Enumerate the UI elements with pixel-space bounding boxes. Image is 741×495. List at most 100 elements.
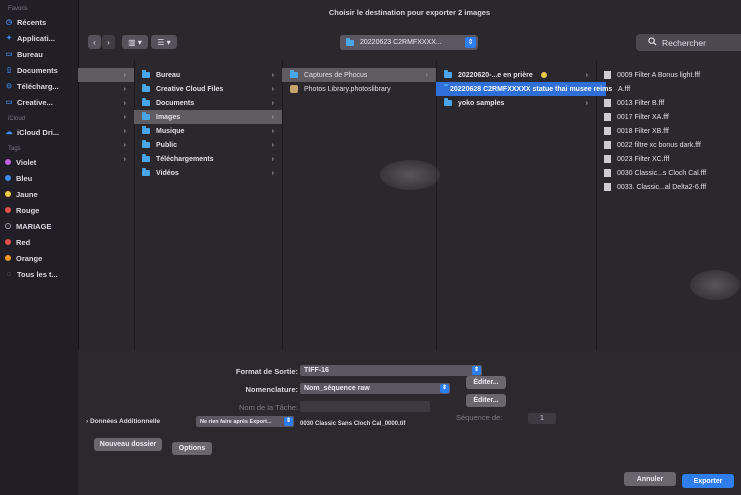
forward-button[interactable]: › (102, 35, 115, 49)
list-item[interactable]: 0022 filtre xc bonus dark.fff (596, 138, 741, 152)
list-item[interactable]: › (78, 68, 134, 82)
list-item[interactable]: 0018 Filter XB.fff (596, 124, 741, 138)
list-item[interactable]: › (78, 138, 134, 152)
additional-data-disclosure[interactable]: › Données Additionnelle (86, 418, 160, 425)
naming-select[interactable]: Nom_séquence raw ⇕ (300, 383, 450, 394)
list-item[interactable]: Creative Cloud Files › (134, 82, 282, 96)
list-item[interactable]: 0023 Filter XC.fff (596, 152, 741, 166)
task-name-field[interactable] (300, 401, 430, 412)
yellow-tag-icon (540, 72, 547, 78)
format-value: TIFF-16 (304, 367, 329, 374)
folder-icon (444, 98, 452, 106)
tag-dot-icon (5, 207, 11, 213)
sidebar-tag-jaune[interactable]: Jaune (0, 186, 78, 202)
list-item[interactable]: Téléchargements › (134, 152, 282, 166)
cancel-button[interactable]: Annuler (624, 472, 676, 486)
sidebar-tag-red[interactable]: Red (0, 234, 78, 250)
options-button[interactable]: Options (172, 442, 212, 455)
sidebar-item-label: Applicati... (17, 33, 55, 43)
search-placeholder: Rechercher (662, 37, 706, 48)
list-item[interactable]: 0013 Filter B.fff (596, 96, 741, 110)
column-1: › › › › › › › (78, 60, 135, 350)
item-label: 20220628 C2RMFXXXXX statue thai musee re… (450, 85, 613, 93)
list-item[interactable]: Musique › (134, 124, 282, 138)
list-item-selected[interactable]: 20220628 C2RMFXXXXX statue thai musee re… (436, 82, 612, 96)
download-icon: ⊙ (6, 83, 12, 90)
tag-dot-icon (5, 159, 11, 165)
path-popup[interactable]: 20220623 C2RMFXXXX... ⇕ (340, 35, 478, 50)
export-button[interactable]: Exporter (682, 474, 734, 488)
folder-icon (142, 154, 150, 162)
sidebar-item-recents[interactable]: ◷ Récents (0, 14, 78, 30)
sidebar-tag-mariage[interactable]: MARIAGE (0, 218, 78, 234)
sidebar-item-documents[interactable]: ▯ Documents (0, 62, 78, 78)
sidebar-item-downloads[interactable]: ⊙ Télécharg... (0, 78, 78, 94)
folder-icon (142, 140, 150, 148)
sidebar-item-applications[interactable]: ✦ Applicati... (0, 30, 78, 46)
sidebar-item-label: iCloud Dri... (17, 127, 60, 137)
path-label: 20220623 C2RMFXXXX... (360, 39, 442, 46)
file-icon (604, 71, 611, 79)
list-item[interactable]: Bureau › (134, 68, 282, 82)
sidebar-item-label: Rouge (16, 205, 40, 215)
edit-format-button[interactable]: Éditer... (466, 376, 506, 389)
sidebar-item-label: Red (16, 237, 31, 247)
search-input[interactable]: Rechercher (636, 34, 741, 51)
list-item[interactable]: 20220620-...e en prière › (436, 68, 596, 82)
sidebar-tag-violet[interactable]: Violet (0, 154, 78, 170)
column-3: Captures de Phocus › Photos Library.photo… (282, 60, 437, 350)
sidebar-item-creative[interactable]: ▭ Creative... (0, 94, 78, 110)
chevron-right-icon: › (107, 37, 110, 47)
list-item[interactable]: › (78, 124, 134, 138)
list-item[interactable]: 0033. Classic...al Delta2-6.fff (596, 180, 741, 194)
item-label: Musique (156, 127, 185, 135)
chevron-right-icon: › (123, 113, 126, 121)
sidebar-tag-rouge[interactable]: Rouge (0, 202, 78, 218)
list-item[interactable]: › (78, 82, 134, 96)
after-export-select[interactable]: Ne rien faire après Export... ⇕ (196, 416, 294, 427)
format-select[interactable]: TIFF-16 ⇕ (300, 365, 482, 376)
list-item[interactable]: › (78, 110, 134, 124)
list-item[interactable]: Vidéos › (134, 166, 282, 180)
new-folder-button[interactable]: Nouveau dossier (94, 438, 162, 451)
chevron-right-icon: › (123, 99, 126, 107)
apps-icon: ✦ (6, 35, 12, 42)
group-button[interactable]: ☰ ▾ (151, 35, 177, 49)
item-label: Bureau (156, 71, 181, 79)
sidebar-tag-orange[interactable]: Orange (0, 250, 78, 266)
tag-dot-icon (5, 239, 11, 245)
list-item[interactable]: 0009 Filter A Bonus light.fff (596, 68, 741, 82)
all-tags-icon: ◌ (6, 270, 12, 278)
chevron-right-icon: › (86, 418, 89, 425)
list-item-selected[interactable]: Captures de Phocus › (282, 68, 436, 82)
sidebar-tag-all[interactable]: ◌ Tous les t... (0, 266, 78, 282)
sidebar-item-desktop[interactable]: ▭ Bureau (0, 46, 78, 62)
column-5: 0009 Filter A Bonus light.fff A.fff 0013… (596, 60, 741, 350)
list-item-selected[interactable]: Images › (134, 110, 282, 124)
sequence-field[interactable]: 1 (528, 413, 556, 424)
file-icon (604, 169, 611, 177)
back-button[interactable]: ‹ (88, 35, 101, 49)
list-item[interactable]: 0030 Classic...s Cloch Cal.fff (596, 166, 741, 180)
list-item[interactable]: › (78, 96, 134, 110)
column-2: Bureau › Creative Cloud Files › Documents ›… (134, 60, 283, 350)
list-item[interactable]: A.fff (596, 82, 741, 96)
list-item[interactable]: 0017 Filter XA.fff (596, 110, 741, 124)
edit-naming-button[interactable]: Éditer... (466, 394, 506, 407)
file-icon (604, 99, 611, 107)
list-item[interactable]: Public › (134, 138, 282, 152)
view-mode-button[interactable]: ▥ ▾ (122, 35, 148, 49)
item-label: Creative Cloud Files (156, 85, 224, 93)
list-item[interactable]: yoko samples › (436, 96, 596, 110)
list-item[interactable]: › (78, 152, 134, 166)
sidebar-item-label: Bureau (17, 49, 43, 59)
sidebar-item-icloud-drive[interactable]: ☁ iCloud Dri... (0, 124, 78, 140)
chevron-right-icon: › (271, 71, 274, 79)
file-icon (604, 183, 611, 191)
list-item[interactable]: Documents › (134, 96, 282, 110)
sidebar-section-icloud: iCloud (8, 116, 26, 122)
sidebar-tag-bleu[interactable]: Bleu (0, 170, 78, 186)
list-item[interactable]: Photos Library.photoslibrary (282, 82, 436, 96)
chevron-right-icon: › (271, 99, 274, 107)
folder-icon (142, 84, 150, 92)
